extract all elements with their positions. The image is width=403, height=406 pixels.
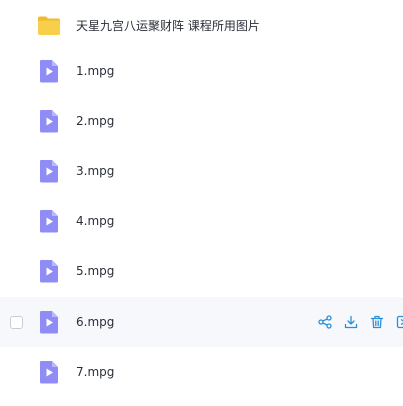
delete-icon[interactable] [370, 315, 384, 329]
download-icon[interactable] [344, 315, 358, 329]
file-row[interactable]: 1.mpg [0, 46, 403, 96]
file-name[interactable]: 3.mpg [76, 164, 114, 178]
row-checkbox[interactable] [10, 315, 23, 329]
folder-row[interactable]: 天星九宫八运聚财阵 课程所用图片 [0, 0, 403, 50]
file-name[interactable]: 6.mpg [76, 315, 114, 329]
folder-icon [37, 12, 61, 38]
video-file-icon [37, 309, 61, 335]
more-icon[interactable] [396, 315, 403, 329]
video-file-icon [37, 258, 61, 284]
file-row[interactable]: 5.mpg [0, 246, 403, 296]
row-actions [318, 315, 403, 329]
file-row[interactable]: 4.mpg [0, 196, 403, 246]
file-name[interactable]: 7.mpg [76, 365, 114, 379]
file-name[interactable]: 天星九宫八运聚财阵 课程所用图片 [76, 17, 260, 34]
video-file-icon [37, 208, 61, 234]
share-icon[interactable] [318, 315, 332, 329]
video-file-icon [37, 359, 61, 385]
file-row[interactable]: 2.mpg [0, 96, 403, 146]
file-name[interactable]: 5.mpg [76, 264, 114, 278]
video-file-icon [37, 108, 61, 134]
file-row-hovered[interactable]: 6.mpg [0, 297, 403, 347]
video-file-icon [37, 158, 61, 184]
video-file-icon [37, 58, 61, 84]
file-name[interactable]: 4.mpg [76, 214, 114, 228]
file-list: 天星九宫八运聚财阵 课程所用图片 1.mpg 2.mpg 3.mpg 4.mpg… [0, 0, 403, 406]
file-name[interactable]: 2.mpg [76, 114, 114, 128]
file-row[interactable]: 3.mpg [0, 146, 403, 196]
file-name[interactable]: 1.mpg [76, 64, 114, 78]
file-row[interactable]: 7.mpg [0, 347, 403, 397]
